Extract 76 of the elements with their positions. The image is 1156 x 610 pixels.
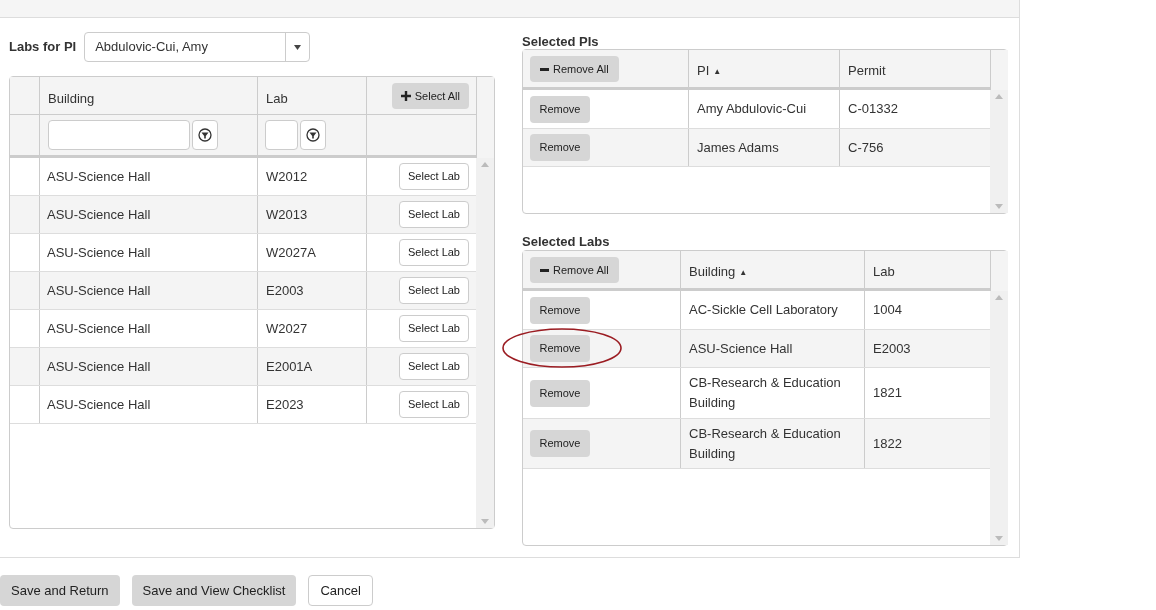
footer-button[interactable]: Save and Return — [0, 575, 120, 606]
table-cell-text: ASU-Science Hall — [47, 167, 151, 186]
remove-button[interactable]: Remove — [530, 335, 590, 362]
table-cell-text: C-756 — [848, 138, 884, 157]
table-cell-text: CB-Research & Education Building — [689, 374, 842, 412]
table-cell-text: AC-Sickle Cell Laboratory — [689, 301, 838, 319]
column-header[interactable]: PI — [697, 60, 710, 80]
column-header[interactable]: Permit — [848, 60, 886, 80]
scrollbar[interactable] — [476, 158, 494, 528]
dropdown-caret-icon[interactable] — [294, 44, 302, 50]
table-cell-text: ASU-Science Hall — [47, 395, 151, 414]
table-cell-text: W2027 — [266, 319, 308, 338]
column-header[interactable]: Building — [48, 88, 95, 108]
section-title: Selected PIs — [522, 33, 600, 49]
table-cell-text: E2003 — [873, 339, 911, 358]
sort-indicator[interactable]: ▲ — [739, 267, 748, 279]
table-cell-text: ASU-Science Hall — [47, 319, 151, 338]
table-cell-text: ASU-Science Hall — [47, 243, 151, 262]
table-cell-text: W2013 — [266, 205, 308, 224]
table-cell-text: E2001A — [266, 357, 313, 376]
filter-button[interactable] — [192, 120, 218, 150]
table-cell-text: CB-Research & Education Building — [689, 424, 842, 463]
field-label: Labs for PI — [9, 38, 77, 57]
table-cell-text: James Adams — [697, 138, 779, 157]
table-cell-text: 1822 — [873, 434, 902, 453]
scroll-down-icon[interactable] — [995, 536, 1003, 541]
building-filter-input[interactable] — [48, 120, 190, 150]
remove-button[interactable]: Remove — [530, 379, 590, 407]
table-cell-text: ASU-Science Hall — [689, 339, 793, 358]
table-cell-text: 1821 — [873, 384, 902, 402]
column-header[interactable]: Lab — [266, 88, 288, 108]
remove-all-button[interactable]: Remove All — [530, 56, 619, 82]
scroll-up-icon[interactable] — [481, 162, 489, 167]
filter-button[interactable] — [300, 120, 326, 150]
lab-filter-input[interactable] — [265, 120, 298, 150]
scroll-down-icon[interactable] — [995, 204, 1003, 209]
plus-icon — [400, 91, 411, 101]
table-cell-text: ASU-Science Hall — [47, 357, 151, 376]
sort-indicator[interactable]: ▲ — [713, 66, 722, 78]
remove-button[interactable]: Remove — [530, 95, 590, 123]
remove-button[interactable]: Remove — [530, 296, 590, 324]
table-cell-text: ASU-Science Hall — [47, 205, 151, 224]
scroll-up-icon[interactable] — [995, 94, 1003, 99]
scrollbar[interactable] — [990, 90, 1008, 213]
select-all-button[interactable]: Select All — [391, 83, 469, 109]
footer-button[interactable]: Save and View Checklist — [131, 575, 297, 606]
select-lab-button[interactable]: Select Lab — [399, 239, 469, 266]
table-cell-text: W2027A — [266, 243, 316, 262]
column-header[interactable]: Lab — [873, 261, 895, 281]
table-cell-text: 1004 — [873, 301, 902, 319]
pi-dropdown[interactable]: Abdulovic-Cui, Amy — [84, 32, 311, 62]
select-lab-button[interactable]: Select Lab — [399, 353, 469, 380]
table-cell-text: C-01332 — [848, 100, 898, 118]
column-header[interactable]: Building — [689, 261, 736, 281]
scrollbar[interactable] — [990, 291, 1008, 545]
section-title: Selected Labs — [522, 233, 611, 250]
remove-all-button[interactable]: Remove All — [530, 257, 619, 283]
select-lab-button[interactable]: Select Lab — [399, 315, 469, 342]
select-lab-button[interactable]: Select Lab — [399, 391, 469, 418]
table-cell-text: ASU-Science Hall — [47, 281, 151, 300]
select-lab-button[interactable]: Select Lab — [399, 277, 469, 304]
remove-button[interactable]: Remove — [530, 134, 590, 161]
scroll-up-icon[interactable] — [995, 295, 1003, 300]
minus-icon — [540, 67, 549, 71]
table-cell-text: Amy Abdulovic-Cui — [697, 100, 807, 118]
scroll-down-icon[interactable] — [481, 519, 489, 524]
minus-icon — [540, 268, 549, 272]
filter-icon — [198, 128, 212, 142]
table-cell-text: E2003 — [266, 281, 304, 300]
table-cell-text: E2023 — [266, 395, 304, 414]
select-lab-button[interactable]: Select Lab — [399, 163, 469, 190]
footer-button[interactable]: Cancel — [308, 575, 373, 606]
select-lab-button[interactable]: Select Lab — [399, 201, 469, 228]
remove-button[interactable]: Remove — [530, 430, 590, 457]
table-cell-text: W2012 — [266, 167, 308, 186]
filter-icon — [306, 128, 320, 142]
